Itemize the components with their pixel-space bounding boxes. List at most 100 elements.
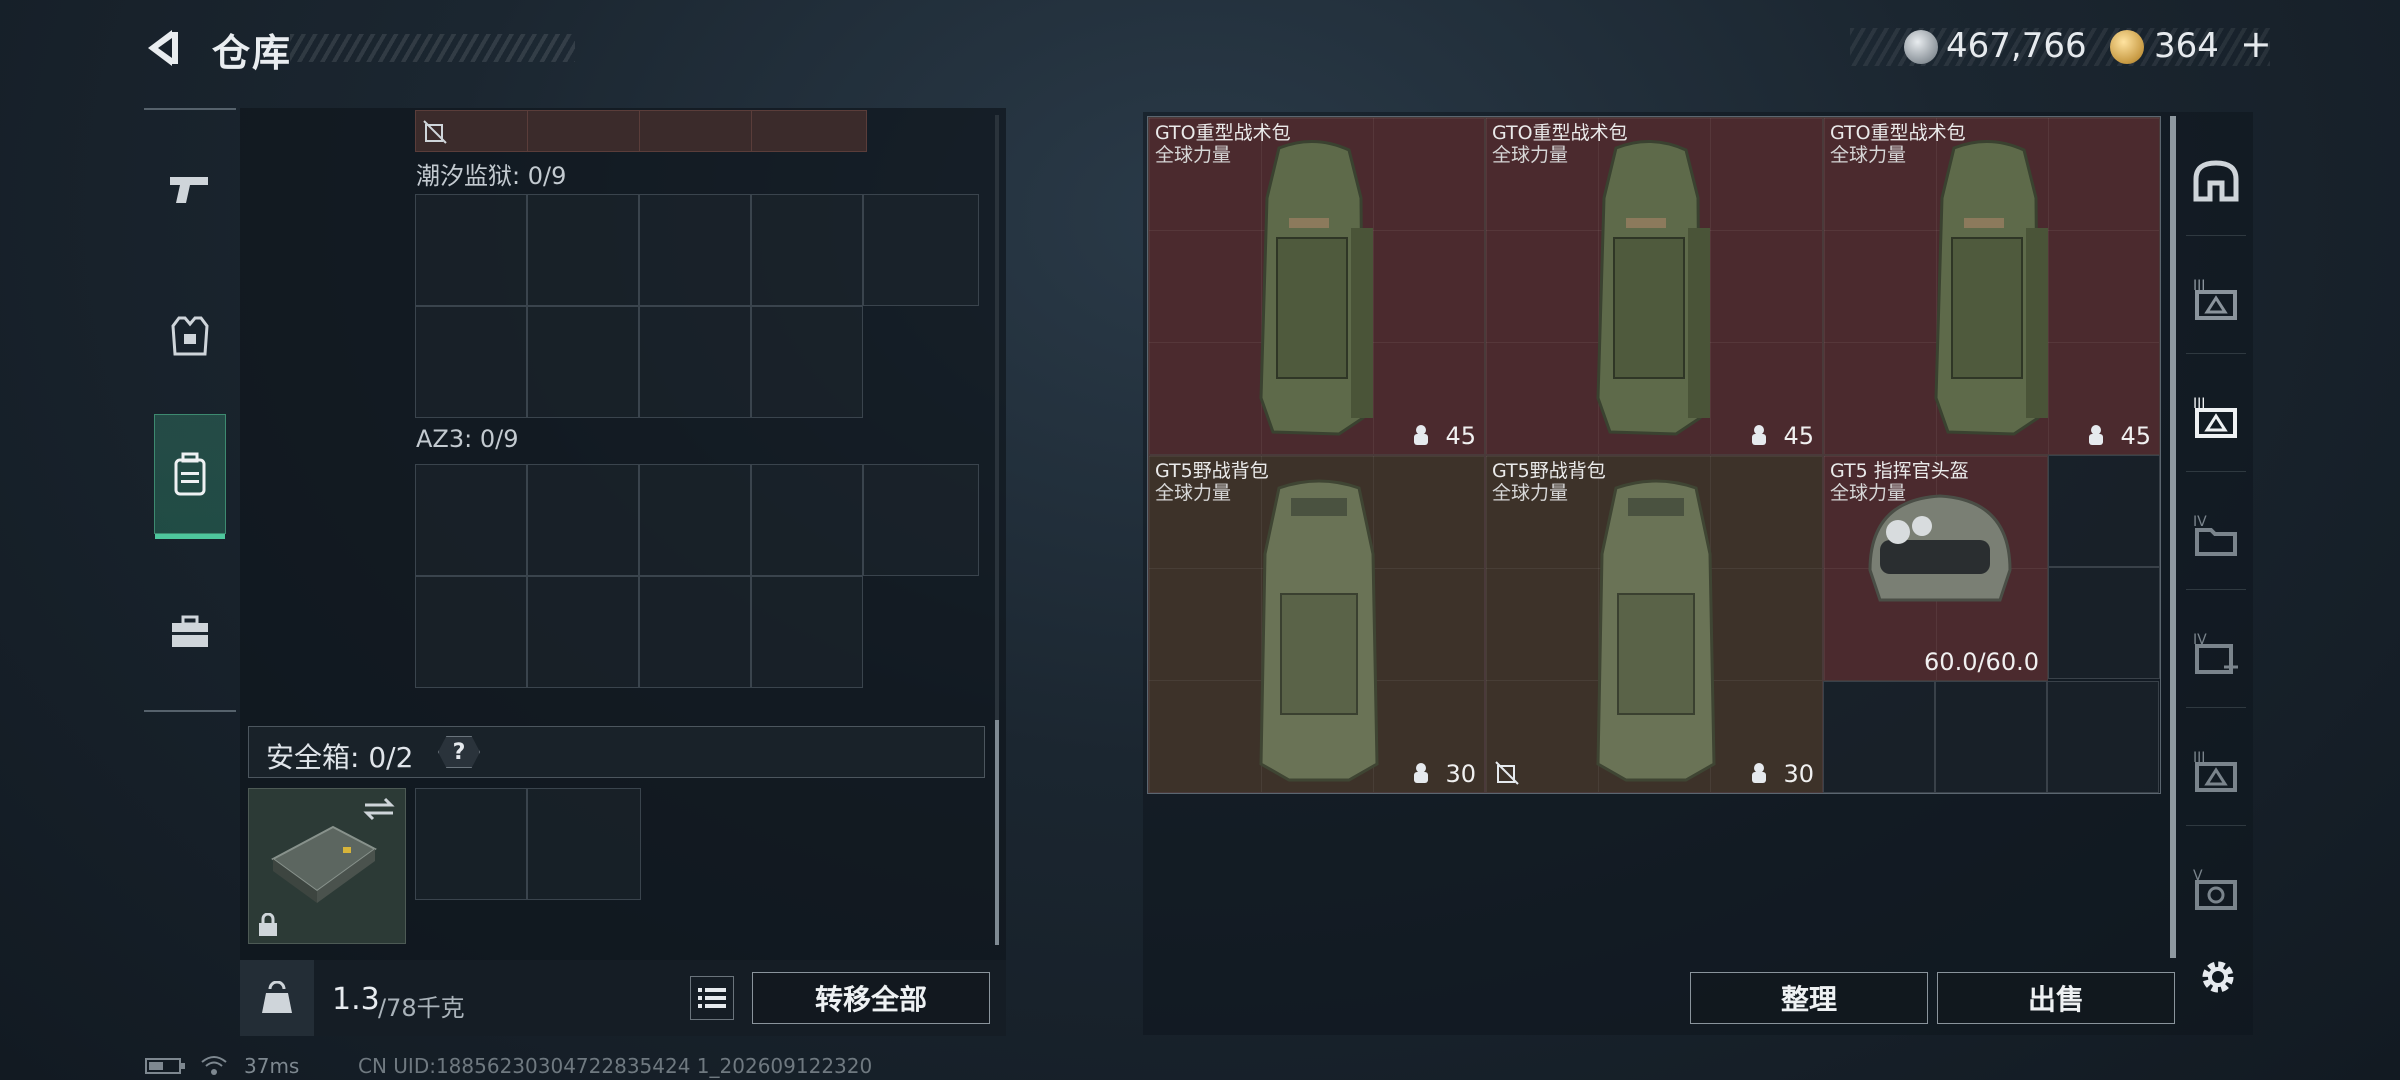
lock-icon [259,913,277,936]
tab-armor[interactable] [154,276,226,396]
empty-slot[interactable] [2047,681,2159,793]
left-scrollbar-thumb[interactable] [995,720,999,945]
safebox-slot[interactable] [415,788,527,900]
item-gt5-helmet[interactable]: GT5 指挥官头盔 全球力量 60.0/60.0 [1823,455,2048,681]
settings-button[interactable] [2196,955,2240,999]
slot[interactable] [527,576,639,688]
status-bar [145,1056,187,1080]
insured-lock-icon [2089,425,2103,445]
item-gto-backpack[interactable]: GTO重型战术包 全球力量 45 [1148,117,1485,455]
uid-text: CN UID:18856230304722835424 1_2026091223… [358,1054,873,1078]
sort-button[interactable]: 整理 [1690,972,1928,1024]
battery-icon [145,1058,185,1074]
container-label-tide-prison: 潮汐监狱: 0/9 [416,162,567,190]
item-faction: 全球力量 [1155,144,1232,166]
slot[interactable] [415,576,527,688]
help-button[interactable]: ? [438,736,480,768]
item-gt5-backpack[interactable]: GT5野战背包 全球力量 30 [1148,455,1485,793]
heavy-backpack-icon [1934,139,2048,436]
tier-3-icon: III [2193,750,2237,792]
field-backpack-icon [1259,479,1379,782]
tab-backpack[interactable] [154,414,226,539]
tab-weapons[interactable] [154,130,226,250]
tab-tier-5[interactable]: V [2186,834,2246,944]
slot[interactable] [639,576,751,688]
tab-toolbox[interactable] [154,572,226,692]
insured-lock-icon [1414,763,1428,783]
slot[interactable] [639,306,751,418]
title-decoration [290,34,575,62]
tab-tier-3-alt[interactable]: III [2186,716,2246,826]
slot[interactable] [863,464,979,576]
slot[interactable] [751,306,863,418]
sell-button[interactable]: 出售 [1937,972,2175,1024]
weight-current: 1.3 [332,982,380,1017]
container-label-az3: AZ3: 0/9 [416,425,519,453]
item-name: GTO重型战术包 [1830,122,1966,144]
slot[interactable] [639,464,751,576]
safebox-label: 安全箱: 0/2 [266,741,414,774]
item-capacity: 45 [1783,422,1814,450]
heavy-backpack-icon [1596,139,1710,436]
item-name: GT5 指挥官头盔 [1830,460,1969,482]
item-faction: 全球力量 [1830,482,1907,504]
slot[interactable] [751,194,863,306]
no-insure-icon [423,120,447,144]
insured-lock-icon [1752,763,1766,783]
no-insure-icon [1495,761,1519,785]
empty-slot[interactable] [1823,681,1935,793]
slot[interactable] [751,576,863,688]
item-gto-backpack[interactable]: GTO重型战术包 全球力量 45 [1823,117,2160,455]
item-name: GTO重型战术包 [1155,122,1291,144]
transfer-all-button[interactable]: 转移全部 [752,972,990,1024]
tab-tier-3-active[interactable]: III [2186,362,2246,472]
empty-slot[interactable] [2048,455,2160,567]
weight-max: /78千克 [378,994,465,1022]
storage-tabs-sidebar: III III IV IV III V [2180,116,2252,1036]
add-currency-button[interactable]: + [2240,22,2272,66]
empty-slot[interactable] [1935,681,2047,793]
item-faction: 全球力量 [1492,144,1569,166]
weight-button[interactable] [240,960,314,1036]
heavy-backpack-icon [1259,139,1373,436]
item-faction: 全球力量 [1830,144,1907,166]
tab-tier-3[interactable]: III [2186,244,2246,354]
slot[interactable] [415,194,527,306]
tab-tier-4-add[interactable]: IV [2186,598,2246,708]
field-backpack-icon [1596,479,1716,782]
gold-coin-icon [2110,30,2144,64]
back-button[interactable] [142,26,186,70]
toolbox-icon [172,615,208,647]
list-icon [698,988,726,1008]
slot[interactable] [639,194,751,306]
slot[interactable] [527,464,639,576]
tab-home[interactable] [2186,126,2246,236]
item-gto-backpack[interactable]: GTO重型战术包 全球力量 45 [1485,117,1823,455]
list-view-button[interactable] [690,976,734,1020]
tier-3-active-icon: III [2193,396,2237,438]
container-item-strip[interactable] [415,110,867,152]
insured-lock-icon [1414,425,1428,445]
tier-3-upgrade-icon: III [2193,278,2237,320]
item-name: GT5野战背包 [1155,460,1269,482]
empty-slot[interactable] [2048,567,2160,679]
page-title: 仓库 [212,31,293,75]
safebox-slot[interactable] [527,788,641,900]
silver-amount: 467,766 [1946,26,2087,66]
slot[interactable] [415,306,527,418]
safebox-item[interactable] [248,788,406,944]
slot[interactable] [415,464,527,576]
insured-lock-icon [1752,425,1766,445]
right-scrollbar[interactable] [2170,116,2176,958]
weight-icon [262,981,292,1013]
tab-tier-4[interactable]: IV [2186,480,2246,590]
slot[interactable] [527,194,639,306]
slot[interactable] [863,194,979,306]
item-gt5-backpack[interactable]: GT5野战背包 全球力量 30 [1485,455,1823,793]
item-name: GTO重型战术包 [1492,122,1628,144]
slot[interactable] [751,464,863,576]
gear-icon [2202,961,2234,993]
slot[interactable] [527,306,639,418]
back-arrow-icon [148,30,178,66]
wifi-icon [201,1056,227,1075]
